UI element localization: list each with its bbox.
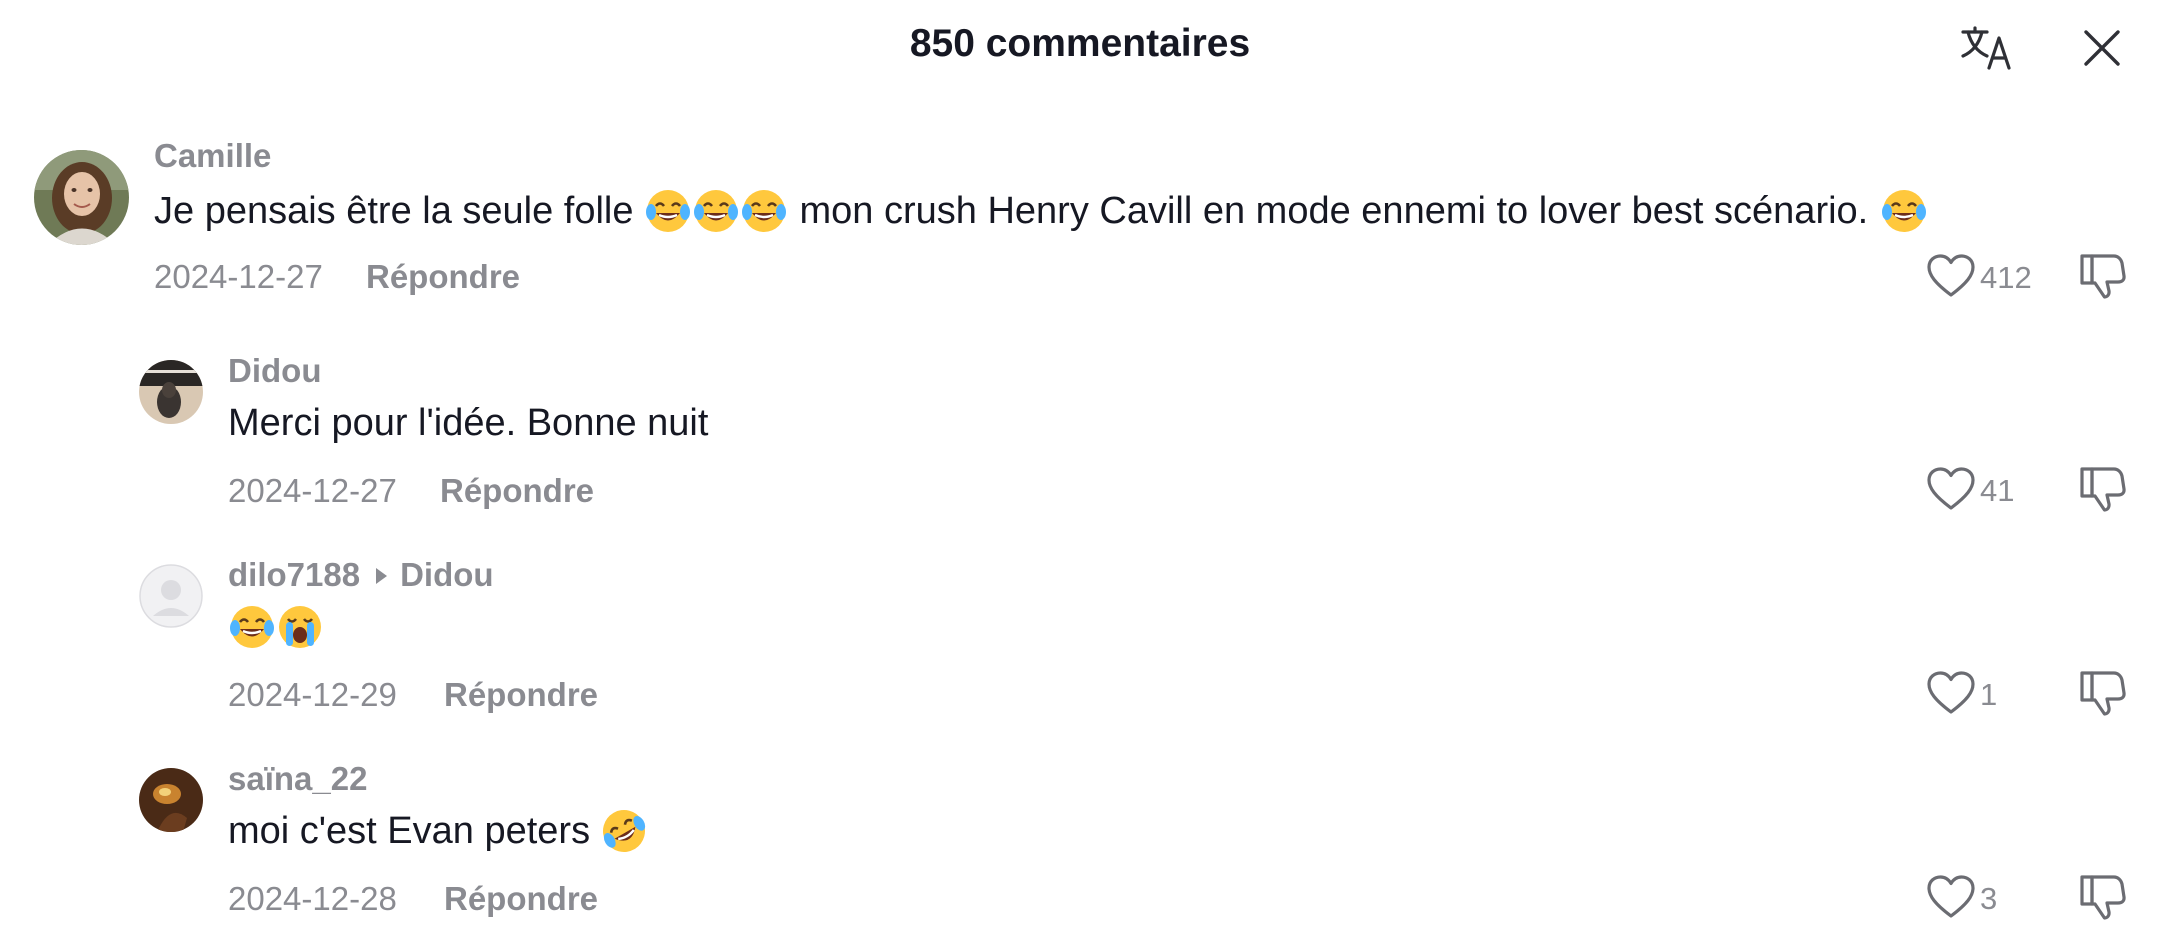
comment-text-after: mon crush Henry Cavill en mode ennemi to…: [799, 189, 1869, 232]
comments-sheet: 850 commentaires Camille Je pensais être…: [0, 0, 2160, 927]
comments-count-title: 850 commentaires: [909, 22, 1251, 65]
translate-button[interactable]: [1958, 22, 2014, 78]
laughing-tears-emoji: [741, 188, 787, 234]
thumbs-down-icon: [2078, 873, 2126, 926]
laughing-tears-emoji: [1881, 188, 1927, 234]
comment-username[interactable]: Didou: [228, 352, 321, 390]
like-count: 3: [1980, 881, 1998, 916]
heart-icon: [1926, 466, 1976, 517]
crying-face-emoji: [277, 604, 323, 650]
comment-text-before: Je pensais être la seule folle: [154, 189, 634, 232]
comment-text: Je pensais être la seule folle mon crush…: [154, 186, 1928, 236]
comment-date: 2024-12-28: [228, 880, 397, 917]
avatar[interactable]: [139, 768, 203, 832]
comment-date: 2024-12-27: [228, 472, 397, 509]
like-count: 412: [1980, 260, 2032, 295]
reply-arrow-icon: [374, 555, 388, 593]
dislike-button[interactable]: [2074, 667, 2130, 723]
avatar[interactable]: [34, 150, 129, 245]
dislike-button[interactable]: [2074, 250, 2130, 306]
reply-button[interactable]: Répondre: [366, 258, 520, 296]
comment-date: 2024-12-27: [154, 258, 323, 295]
comments-header: 850 commentaires: [0, 0, 2160, 98]
comment-username[interactable]: dilo7188 Didou: [228, 556, 494, 596]
avatar[interactable]: [139, 360, 203, 424]
reply-button[interactable]: Répondre: [444, 880, 598, 918]
reply-button[interactable]: Répondre: [444, 676, 598, 714]
like-button[interactable]: 3: [1926, 874, 1997, 924]
thumbs-down-icon: [2078, 465, 2126, 518]
close-icon: [2083, 29, 2121, 72]
laughing-tears-emoji: [645, 188, 691, 234]
comment-username-text: dilo7188: [228, 556, 361, 593]
heart-icon: [1926, 670, 1976, 721]
dislike-button[interactable]: [2074, 871, 2130, 927]
reply-to-username[interactable]: Didou: [400, 556, 493, 593]
like-button[interactable]: 41: [1926, 466, 2014, 516]
like-count: 1: [1980, 677, 1998, 712]
close-button[interactable]: [2074, 22, 2130, 78]
comment-text: Merci pour l'idée. Bonne nuit: [228, 401, 709, 444]
heart-icon: [1926, 874, 1976, 925]
comment-text-content: moi c'est Evan peters: [228, 809, 591, 852]
comment-text: moi c'est Evan peters: [228, 806, 648, 856]
dislike-button[interactable]: [2074, 463, 2130, 519]
comment-username[interactable]: Camille: [154, 137, 271, 175]
avatar[interactable]: [139, 564, 203, 628]
like-button[interactable]: 412: [1926, 253, 2032, 303]
heart-icon: [1926, 253, 1976, 304]
comment-text: [228, 600, 324, 654]
laughing-tears-emoji: [229, 604, 275, 650]
thumbs-down-icon: [2078, 669, 2126, 722]
reply-button[interactable]: Répondre: [440, 472, 594, 510]
translate-icon: [1961, 25, 2011, 75]
like-count: 41: [1980, 473, 2015, 508]
rolling-laughing-emoji: [601, 808, 647, 854]
laughing-tears-emoji: [693, 188, 739, 234]
comment-username[interactable]: saïna_22: [228, 760, 367, 798]
thumbs-down-icon: [2078, 252, 2126, 305]
comment-date: 2024-12-29: [228, 676, 397, 713]
like-button[interactable]: 1: [1926, 670, 1997, 720]
